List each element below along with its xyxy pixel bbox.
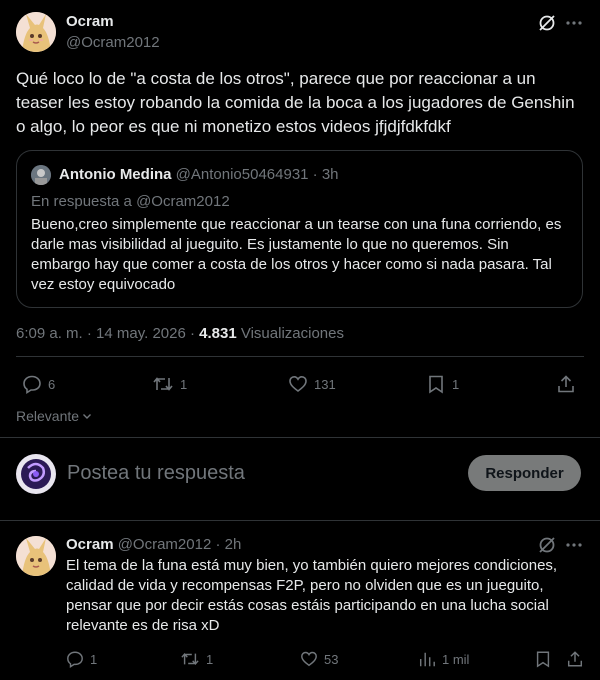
reply-icon [23,375,41,394]
like-count: 131 [314,376,336,392]
bookmark-count: 1 [452,376,460,392]
author-name[interactable]: Ocram [66,13,114,30]
reply-text: El tema de la funa está muy bien, yo tam… [66,557,558,634]
reply-count: 6 [48,376,56,392]
current-user-avatar[interactable] [16,454,56,494]
divider [0,520,600,521]
reply-button[interactable]: 6 [22,374,55,394]
bookmark-icon [536,651,550,668]
reply-avatar-image [16,536,56,576]
author-handle[interactable]: @Ocram2012 [66,34,160,51]
retweet-count: 1 [180,376,188,392]
reply-icon [67,651,83,668]
views-count: 4.831 [199,325,237,342]
quote-reply-context: En respuesta a @Ocram2012 [31,193,230,210]
share-icon [558,375,574,393]
reply-author-handle[interactable]: @Ocram2012 · 2h [118,536,242,553]
share-button[interactable] [566,650,584,668]
share-button[interactable] [556,374,576,394]
heart-icon [301,651,317,667]
more-options-icon[interactable] [564,13,584,38]
bookmark-button[interactable] [534,650,552,668]
reply-count: 1 [90,651,98,667]
divider [16,356,584,357]
retweet-button[interactable]: 1 [180,650,213,668]
quote-avatar[interactable] [31,165,51,185]
quoted-tweet[interactable]: Antonio Medina @Antonio50464931 · 3h En … [16,150,583,308]
retweet-icon [181,652,199,666]
reply-button[interactable]: 1 [66,650,97,668]
views-count: 1 mil [442,651,470,667]
tweet-timestamp[interactable]: 6:09 a. m. · 14 may. 2026 · [16,325,199,342]
sort-label: Relevante [16,408,80,424]
reply-submit-button[interactable]: Responder [468,455,581,491]
reply-input[interactable]: Postea tu respuesta [67,462,245,485]
analytics-icon [419,652,435,667]
divider [0,437,600,438]
quote-author-handle[interactable]: @Antonio50464931 · 3h [176,166,339,183]
author-avatar[interactable] [16,12,56,52]
bookmark-icon [429,375,443,394]
heart-icon [289,375,307,393]
retweet-button[interactable]: 1 [152,374,187,394]
quote-text: Bueno,creo simplemente que reaccionar a … [31,216,562,293]
retweet-count: 1 [206,651,214,667]
avatar-image [16,12,56,52]
like-count: 53 [324,651,339,667]
current-user-avatar-image [16,454,56,494]
chevron-down-icon [83,414,92,419]
reply-author-name[interactable]: Ocram [66,536,114,553]
views-label: Visualizaciones [236,325,344,342]
tweet-text: Qué loco lo de "a costa de los otros", p… [16,69,575,136]
bookmark-button[interactable]: 1 [426,374,459,394]
like-button[interactable]: 131 [288,374,336,394]
reply-author-avatar[interactable] [16,536,56,576]
quote-author-name[interactable]: Antonio Medina [59,166,172,183]
share-icon [567,651,583,667]
sort-selector[interactable]: Relevante [16,408,93,424]
grok-icon[interactable] [537,13,557,38]
retweet-icon [153,377,173,391]
like-button[interactable]: 53 [300,650,338,668]
views-button[interactable]: 1 mil [418,650,469,668]
